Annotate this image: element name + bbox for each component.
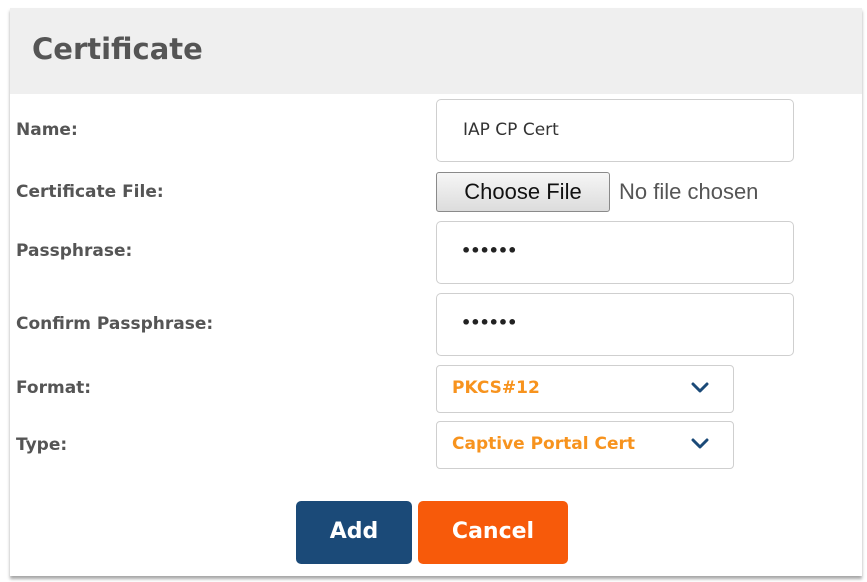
certificate-file-label: Certificate File: (16, 182, 164, 202)
passphrase-input[interactable]: •••••• (436, 221, 794, 284)
type-select-value: Captive Portal Cert (452, 434, 635, 454)
chevron-down-icon (691, 382, 709, 393)
dialog-title: Certificate (32, 32, 203, 66)
add-button[interactable]: Add (296, 501, 412, 564)
type-select[interactable]: Captive Portal Cert (436, 421, 734, 469)
passphrase-input-value: •••••• (461, 241, 517, 260)
certificate-dialog: Certificate Name: IAP CP Cert Certificat… (10, 8, 862, 576)
cancel-button[interactable]: Cancel (418, 501, 568, 564)
format-label: Format: (16, 378, 92, 398)
name-label: Name: (16, 120, 78, 140)
name-input-value: IAP CP Cert (463, 120, 559, 140)
type-label: Type: (16, 435, 68, 455)
passphrase-label: Passphrase: (16, 241, 133, 261)
confirm-passphrase-input-value: •••••• (461, 313, 517, 332)
dialog-header: Certificate (10, 8, 862, 94)
choose-file-button[interactable]: Choose File (436, 172, 610, 212)
format-select-value: PKCS#12 (452, 378, 540, 398)
format-select[interactable]: PKCS#12 (436, 365, 734, 413)
confirm-passphrase-input[interactable]: •••••• (436, 293, 794, 356)
no-file-chosen-text: No file chosen (619, 179, 759, 204)
chevron-down-icon (691, 438, 709, 449)
confirm-passphrase-label: Confirm Passphrase: (16, 314, 214, 334)
name-input[interactable]: IAP CP Cert (436, 99, 794, 162)
